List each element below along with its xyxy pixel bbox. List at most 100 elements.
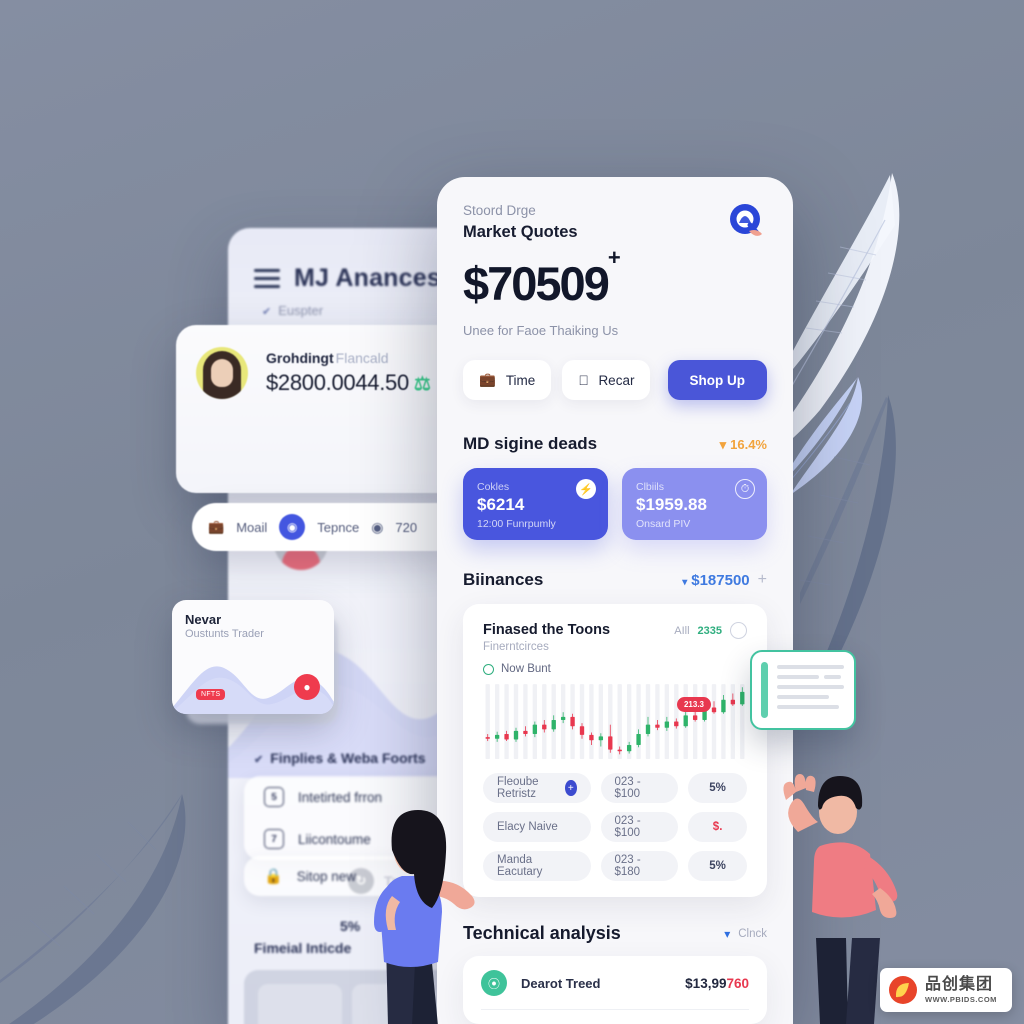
row-end-1: $. [688, 812, 747, 842]
bg-panel-title: MJ Anances [294, 264, 441, 292]
signal-card-1-value: $1959.88 [636, 495, 707, 514]
table-row[interactable]: ⦿ Dearot Treed $13,99760 [481, 970, 749, 1010]
technical-row-name: Dearot Treed [521, 975, 601, 991]
signal-card-1-sub: Onsard PIV [636, 518, 691, 530]
table-row[interactable]: Manda Eacutary 023 - $180 5% [483, 851, 747, 881]
signal-card-0[interactable]: ⚡ Cokles $6214 12:00 Funrpumly [463, 468, 608, 540]
technical-title: Technical analysis [463, 923, 621, 943]
chart-legend-label: Now Bunt [501, 663, 551, 675]
hamburger-icon[interactable] [254, 264, 280, 293]
caret-down-icon: ▾ [719, 437, 727, 452]
signals-change: ▾ 16.4% [719, 437, 767, 452]
technical-row-value: $13,99760 [685, 975, 749, 991]
signals-title: MD sigine deads [463, 434, 598, 453]
square-5-icon: 5 [264, 787, 284, 807]
row-end-0: 5% [688, 773, 747, 803]
big-amount: $70509+ [463, 245, 621, 310]
phone-eyebrow: Stoord Drge [463, 203, 536, 218]
table-row[interactable]: Fleoube Retristz + 023 - $100 5% [483, 773, 747, 803]
lock-icon: 🔒 [264, 868, 283, 885]
row-mid-1: 023 - $100 [600, 812, 679, 842]
page-title: Market Quotes [463, 223, 578, 241]
target-icon[interactable]: ◉ [279, 514, 306, 540]
balance-tab-2[interactable]: 720 [395, 520, 417, 535]
technical-card: ⦿ Dearot Treed $13,99760 [463, 956, 767, 1024]
doc-lines [777, 662, 844, 718]
bg-percent-small: 5% [340, 918, 361, 934]
signal-card-0-key: Cokles [477, 481, 510, 493]
balance-tab-0[interactable]: Moail [236, 520, 267, 535]
technical-header: Technical analysis ▾ Clnck [463, 923, 767, 944]
leaf-decoration-right-dark [800, 395, 896, 726]
leaf-decoration-right [780, 173, 900, 495]
bg-shop-label: Sitop new [296, 868, 356, 884]
quote-rows: Fleoube Retristz + 023 - $100 5% Elacy N… [483, 773, 747, 881]
add-icon[interactable]: + [565, 780, 577, 796]
action-row: 💼 Time  Recar Shop Up [463, 360, 767, 400]
binances-title: Biinances [463, 570, 544, 589]
signal-cards: ⚡ Cokles $6214 12:00 Funrpumly ⏱ Clbiils… [463, 468, 767, 540]
signal-card-1-key: Clbiils [636, 481, 665, 493]
caret-down-icon: ▾ [682, 576, 688, 588]
watermark: 品创集团 WWW.PBIDS.COM [880, 968, 1012, 1012]
apple-icon:  [578, 373, 588, 388]
watermark-cn: 品创集团 [925, 975, 994, 993]
add-icon[interactable]: + [758, 571, 767, 589]
technical-link[interactable]: Clnck [738, 928, 767, 940]
watermark-url: WWW.PBIDS.COM [925, 994, 997, 1004]
balance-card: Grohdingt Flancald $2800.0044.50 ⚖ 💼 Moail… [176, 325, 476, 551]
tagline: Unee for Faoe Thaiking Us [463, 323, 619, 338]
row-name-2[interactable]: Manda Eacutary [483, 851, 591, 881]
nevar-badge: NFTS [196, 689, 226, 700]
signal-card-1[interactable]: ⏱ Clbiils $1959.88 Onsard PIV [622, 468, 767, 540]
refresh-icon[interactable] [730, 622, 747, 639]
price-annotation: 213.3 [676, 697, 711, 712]
square-7-icon: 7 [264, 829, 284, 849]
recar-button[interactable]:  Recar [562, 360, 651, 400]
avatar [196, 347, 248, 399]
doc-accent-bar [761, 662, 768, 718]
chart-subtitle: Finerntcirces [483, 641, 549, 653]
chart-all-value: 2335 [697, 624, 722, 637]
bg-report-label-1: Liicontoume [298, 831, 371, 847]
nevar-subtitle: Oustunts Trader [185, 628, 264, 640]
pbids-logo-icon [889, 976, 917, 1004]
document-card[interactable] [750, 650, 856, 730]
screenshot-canvas: MJ Anances Euspter 💼 Moail ◉ Tepnce ◉ 72… [0, 0, 1024, 1024]
briefcase-icon: 💼 [479, 372, 496, 387]
briefcase-icon: 💼 [208, 519, 225, 534]
bg-section-reports: Finplies & Weba Foorts [254, 750, 425, 766]
row-mid-0: 023 - $100 [600, 773, 679, 803]
balance-amount: $2800.0044.50 ⚖ [266, 370, 431, 395]
chart-meta: AIll 2335 [674, 622, 747, 639]
signals-header: MD sigine deads ▾ 16.4% [463, 434, 767, 454]
table-row[interactable]: Elacy Naive 023 - $100 $. [483, 812, 747, 842]
row-name-0[interactable]: Fleoube Retristz + [483, 773, 591, 803]
nevar-card[interactable]: Nevar Oustunts Trader NFTS ● [172, 600, 334, 714]
legend-marker-icon [483, 663, 494, 675]
row-name-1[interactable]: Elacy Naive [483, 812, 591, 842]
bg-section-incide: Fimeial Inticde [254, 940, 352, 956]
balance-top: Grohdingt Flancald $2800.0044.50 ⚖ [196, 347, 456, 399]
shop-up-button[interactable]: Shop Up [667, 360, 767, 400]
candlestick-chart: 213.3 [483, 681, 747, 759]
caret-down-icon[interactable]: ▾ [724, 927, 730, 941]
chart-legend: Now Bunt [483, 663, 747, 675]
signal-card-0-value: $6214 [477, 495, 525, 514]
balance-tabs[interactable]: 💼 Moail ◉ Tepnce ◉ 720 [192, 503, 460, 551]
row-mid-2: 023 - $180 [600, 851, 679, 881]
balance-tab-1[interactable]: Tepnce [317, 520, 359, 535]
chart-all-label: AIll [674, 624, 690, 637]
main-phone-screen: Stoord Drge Market Quotes $70509+ Unee f… [437, 177, 793, 1024]
time-button[interactable]: 💼 Time [463, 360, 552, 400]
chart-card: Finased the Toons Finerntcirces AIll 233… [463, 604, 767, 897]
nevar-title: Nevar [185, 612, 222, 627]
eye-icon: ◉ [371, 518, 384, 535]
bg-report-label-0: Intetirted frron [298, 789, 383, 805]
row-end-2: 5% [688, 851, 747, 881]
brand-q-icon[interactable] [725, 201, 767, 243]
time-button-label: Time [505, 372, 536, 388]
flame-icon[interactable]: ● [294, 674, 320, 700]
recar-button-label: Recar [588, 372, 634, 388]
signal-card-0-sub: 12:00 Funrpumly [477, 518, 556, 530]
